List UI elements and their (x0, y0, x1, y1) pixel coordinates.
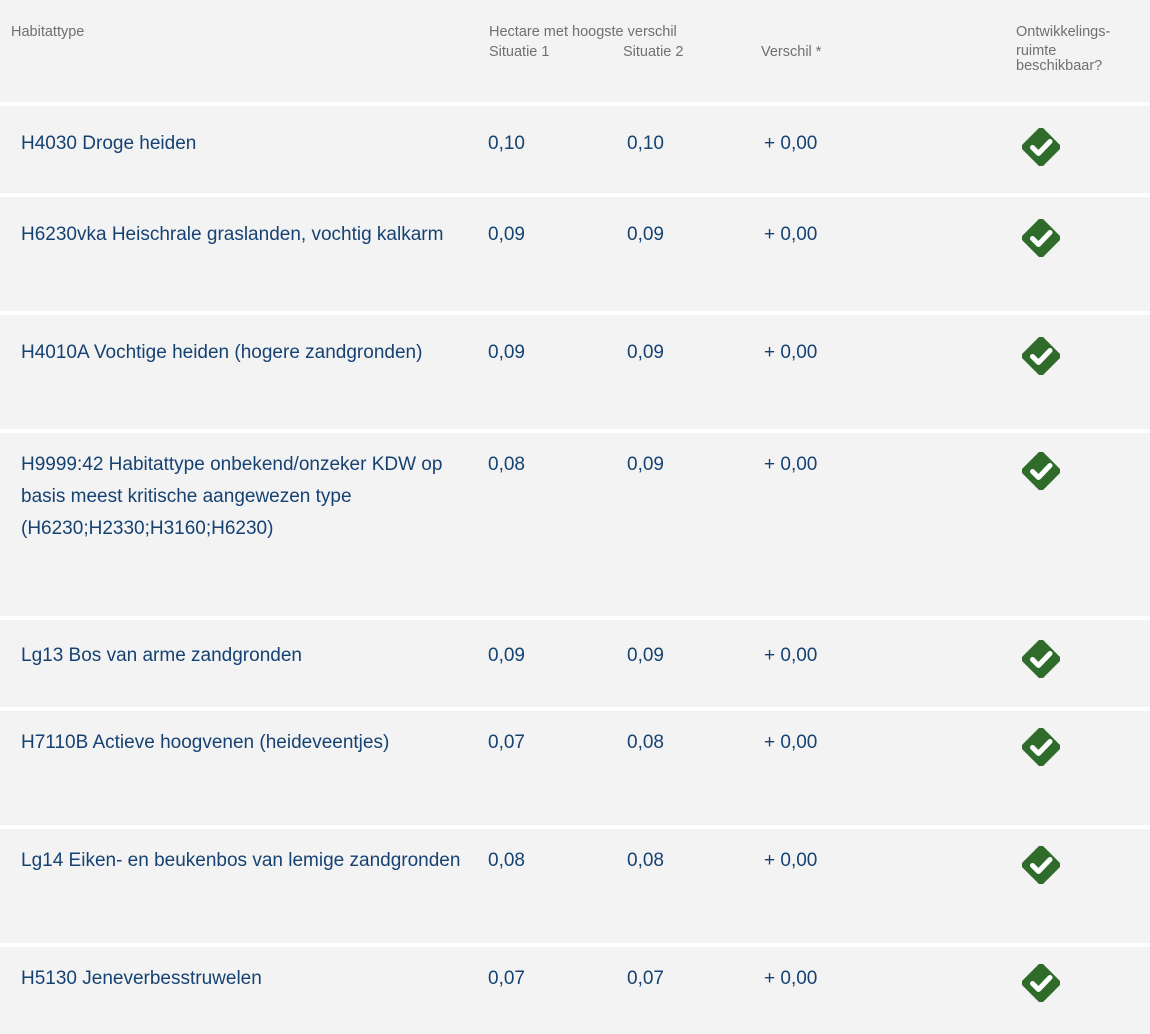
verschil-value: + 0,00 (764, 850, 818, 871)
situatie-2-value: 0,10 (627, 133, 664, 154)
check-circle-icon (1022, 728, 1060, 766)
verschil-value: + 0,00 (764, 968, 818, 989)
check-circle-icon (1022, 337, 1060, 375)
table-row: H6230vka Heischrale graslanden, vochtig … (0, 197, 1150, 311)
verschil-value: + 0,00 (764, 732, 818, 753)
habitat-name: Lg14 Eiken- en beukenbos van lemige zand… (21, 850, 461, 871)
table-header: Habitattype Hectare met hoogste verschil… (0, 0, 1150, 102)
habitat-name: H7110B Actieve hoogvenen (heideveentjes) (21, 732, 390, 753)
header-ontwikkelingsruimte-line1: Ontwikkelings- (1016, 24, 1111, 40)
header-verschil: Verschil * (761, 44, 822, 60)
situatie-2-value: 0,09 (627, 342, 664, 363)
table-row: Lg13 Bos van arme zandgronden 0,09 0,09 + 0… (0, 620, 1150, 707)
situatie-1-value: 0,07 (488, 732, 525, 753)
habitat-name: Lg13 Bos van arme zandgronden (21, 645, 302, 666)
table-row: H9999:42 Habitattype onbekend/onzeker KD… (0, 433, 1150, 616)
situatie-2-value: 0,08 (627, 732, 664, 753)
header-ontwikkelingsruimte-line3: beschikbaar? (1016, 58, 1103, 74)
header-situatie-2: Situatie 2 (623, 44, 684, 60)
verschil-value: + 0,00 (764, 342, 818, 363)
habitat-name: H6230vka Heischrale graslanden, vochtig … (21, 224, 444, 245)
header-habitattype: Habitattype (11, 24, 85, 40)
habitat-table: Habitattype Hectare met hoogste verschil… (0, 0, 1150, 1034)
situatie-1-value: 0,09 (488, 342, 525, 363)
verschil-value: + 0,00 (764, 224, 818, 245)
situatie-1-value: 0,08 (488, 850, 525, 871)
header-hectare: Hectare met hoogste verschil (489, 24, 677, 40)
header-ontwikkelingsruimte-line2: ruimte (1016, 43, 1057, 59)
situatie-2-value: 0,09 (627, 224, 664, 245)
habitat-name: H4030 Droge heiden (21, 133, 197, 154)
situatie-1-value: 0,08 (488, 454, 525, 475)
check-circle-icon (1022, 640, 1060, 678)
situatie-2-value: 0,09 (627, 645, 664, 666)
situatie-2-value: 0,09 (627, 454, 664, 475)
check-circle-icon (1022, 128, 1060, 166)
habitat-name: H5130 Jeneverbesstruwelen (21, 968, 262, 989)
situatie-1-value: 0,09 (488, 645, 525, 666)
table-body: H4030 Droge heiden 0,10 0,10 + 0,00 H6230vka… (0, 106, 1150, 1034)
header-situatie-1: Situatie 1 (489, 44, 550, 60)
check-circle-icon (1022, 964, 1060, 1002)
verschil-value: + 0,00 (764, 133, 818, 154)
check-circle-icon (1022, 219, 1060, 257)
habitat-name: H4010A Vochtige heiden (hogere zandgrond… (21, 342, 423, 363)
situatie-1-value: 0,10 (488, 133, 525, 154)
situatie-1-value: 0,09 (488, 224, 525, 245)
habitat-name: H9999:42 Habitattype onbekend/onzeker KD… (21, 454, 443, 539)
table-row: H7110B Actieve hoogvenen (heideveentjes)… (0, 711, 1150, 825)
situatie-2-value: 0,08 (627, 850, 664, 871)
situatie-1-value: 0,07 (488, 968, 525, 989)
verschil-value: + 0,00 (764, 454, 818, 475)
table-row: H4030 Droge heiden 0,10 0,10 + 0,00 (0, 106, 1150, 193)
check-circle-icon (1022, 452, 1060, 490)
verschil-value: + 0,00 (764, 645, 818, 666)
table-row: H5130 Jeneverbesstruwelen 0,07 0,07 + 0,00 (0, 947, 1150, 1034)
situatie-2-value: 0,07 (627, 968, 664, 989)
check-circle-icon (1022, 846, 1060, 884)
table-row: Lg14 Eiken- en beukenbos van lemige zand… (0, 829, 1150, 943)
table-row: H4010A Vochtige heiden (hogere zandgrond… (0, 315, 1150, 429)
